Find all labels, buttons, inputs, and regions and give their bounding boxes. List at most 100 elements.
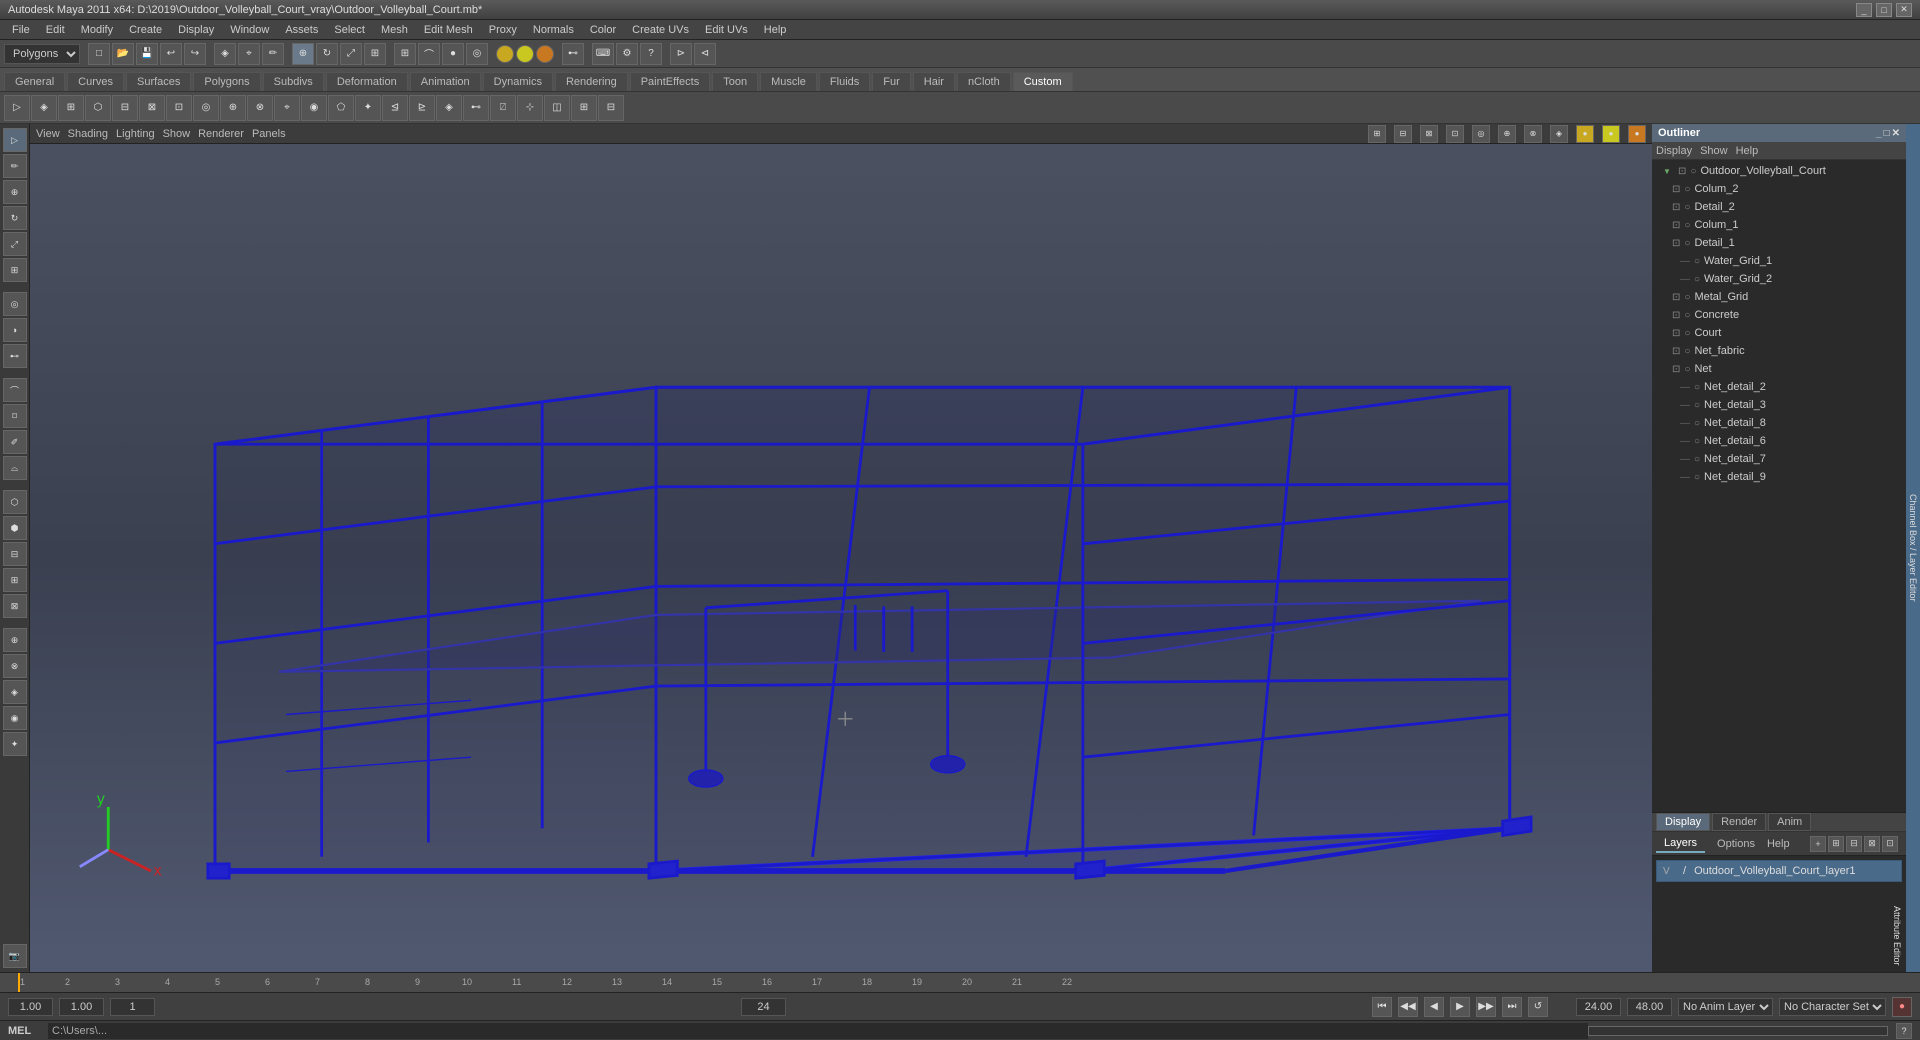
outliner-item-netfabric[interactable]: ⊡ ○ Net_fabric: [1652, 342, 1906, 360]
playback-frame-input[interactable]: 1: [110, 998, 155, 1016]
shelf-tab-painteffects[interactable]: PaintEffects: [630, 72, 711, 91]
outliner-item-watergrid1[interactable]: — ○ Water_Grid_1: [1652, 252, 1906, 270]
outliner-item-netdetail9[interactable]: — ○ Net_detail_9: [1652, 468, 1906, 486]
redo-button[interactable]: ↪: [184, 43, 206, 65]
le-menu-help[interactable]: Help: [1767, 838, 1790, 850]
hotkey-editor[interactable]: ⌨: [592, 43, 614, 65]
vp-icon-4[interactable]: ⊡: [1446, 125, 1464, 143]
shelf-tab-animation[interactable]: Animation: [410, 72, 481, 91]
shelf-tab-deformation[interactable]: Deformation: [326, 72, 408, 91]
vp-icon-7[interactable]: ⊗: [1524, 125, 1542, 143]
show-manip-button[interactable]: ⊷: [3, 344, 27, 368]
step-forward-button[interactable]: ▶▶: [1476, 997, 1496, 1017]
rotate-button[interactable]: ↻: [3, 206, 27, 230]
outliner-item-court[interactable]: ⊡ ○ Court: [1652, 324, 1906, 342]
outliner-item-netdetail7[interactable]: — ○ Net_detail_7: [1652, 450, 1906, 468]
shelf-icon-18[interactable]: ⊷: [463, 95, 489, 121]
shelf-icon-2[interactable]: ◈: [31, 95, 57, 121]
menu-edit-uvs[interactable]: Edit UVs: [697, 22, 756, 38]
outliner-maximize[interactable]: □: [1884, 128, 1890, 139]
bridge-button[interactable]: ⊠: [3, 594, 27, 618]
shelf-icon-21[interactable]: ◫: [544, 95, 570, 121]
shelf-icon-3[interactable]: ⊞: [58, 95, 84, 121]
menu-normals[interactable]: Normals: [525, 22, 582, 38]
cl-tab-anim[interactable]: Anim: [1768, 813, 1811, 831]
ipr-render[interactable]: [536, 45, 554, 63]
shelf-icon-20[interactable]: ⊹: [517, 95, 543, 121]
outliner-item-watergrid2[interactable]: — ○ Water_Grid_2: [1652, 270, 1906, 288]
arc-button[interactable]: ⌓: [3, 456, 27, 480]
move-tool[interactable]: ⊕: [292, 43, 314, 65]
menu-window[interactable]: Window: [222, 22, 277, 38]
shelf-icon-17[interactable]: ◈: [436, 95, 462, 121]
outliner-item-net[interactable]: ⊡ ○ Net: [1652, 360, 1906, 378]
maximize-button[interactable]: □: [1876, 3, 1892, 17]
help-button[interactable]: ?: [640, 43, 662, 65]
menu-edit-mesh[interactable]: Edit Mesh: [416, 22, 481, 38]
le-icon-2[interactable]: ⊞: [1828, 836, 1844, 852]
shelf-icon-22[interactable]: ⊞: [571, 95, 597, 121]
playback-range-end-input[interactable]: 24: [741, 998, 786, 1016]
split-poly-button[interactable]: ⊟: [3, 542, 27, 566]
render-settings[interactable]: [496, 45, 514, 63]
step-back-button[interactable]: ◀◀: [1398, 997, 1418, 1017]
play-back-button[interactable]: ◀: [1424, 997, 1444, 1017]
shelf-tab-fur[interactable]: Fur: [872, 72, 911, 91]
select-tool[interactable]: ◈: [214, 43, 236, 65]
vp-menu-renderer[interactable]: Renderer: [198, 128, 244, 140]
paint-weights-button[interactable]: ⊕: [3, 628, 27, 652]
shelf-icon-8[interactable]: ◎: [193, 95, 219, 121]
shelf-tab-fluids[interactable]: Fluids: [819, 72, 870, 91]
outliner-item-colum1[interactable]: ⊡ ○ Colum_1: [1652, 216, 1906, 234]
select-button[interactable]: ▷: [3, 128, 27, 152]
anim-layer-dropdown[interactable]: No Anim Layer: [1678, 998, 1773, 1016]
vp-menu-view[interactable]: View: [36, 128, 60, 140]
append-poly-button[interactable]: ⬢: [3, 516, 27, 540]
render-view[interactable]: [516, 45, 534, 63]
vp-menu-panels[interactable]: Panels: [252, 128, 286, 140]
shelf-tab-hair[interactable]: Hair: [913, 72, 955, 91]
soft-mod-button[interactable]: ◎: [3, 292, 27, 316]
move-button[interactable]: ⊕: [3, 180, 27, 204]
shelf-tab-muscle[interactable]: Muscle: [760, 72, 817, 91]
outliner-minimize[interactable]: _: [1876, 128, 1882, 139]
sculpt-button[interactable]: ◑: [3, 318, 27, 342]
char-set-dropdown[interactable]: No Character Set: [1779, 998, 1886, 1016]
shelf-icon-9[interactable]: ⊕: [220, 95, 246, 121]
menu-edit[interactable]: Edit: [38, 22, 73, 38]
snap-grid[interactable]: ⊞: [394, 43, 416, 65]
outliner-item-netdetail3[interactable]: — ○ Net_detail_3: [1652, 396, 1906, 414]
outliner-item-concrete[interactable]: ⊡ ○ Concrete: [1652, 306, 1906, 324]
vp-icon-light3[interactable]: ●: [1628, 125, 1646, 143]
menu-help[interactable]: Help: [756, 22, 795, 38]
vp-menu-show[interactable]: Show: [163, 128, 191, 140]
rs-label-channel[interactable]: Channel Box / Layer Editor: [1906, 490, 1920, 606]
menu-mesh[interactable]: Mesh: [373, 22, 416, 38]
shelf-tab-polygons[interactable]: Polygons: [193, 72, 260, 91]
rs-label-attribute[interactable]: Attribute Editor: [1890, 902, 1904, 970]
playback-start-input[interactable]: 1.00: [8, 998, 53, 1016]
shelf-icon-6[interactable]: ⊠: [139, 95, 165, 121]
shelf-icon-1[interactable]: ▷: [4, 95, 30, 121]
le-tab-options[interactable]: Options: [1709, 836, 1763, 852]
shelf-tab-general[interactable]: General: [4, 72, 65, 91]
outliner-menu-display[interactable]: Display: [1656, 145, 1692, 157]
status-help-button[interactable]: ?: [1896, 1023, 1912, 1039]
playback-current-input[interactable]: 1.00: [59, 998, 104, 1016]
universal-manip-button[interactable]: ⊞: [3, 258, 27, 282]
outliner-menu-help[interactable]: Help: [1736, 145, 1759, 157]
shelf-tab-subdivs[interactable]: Subdivs: [263, 72, 324, 91]
vp-icon-2[interactable]: ⊟: [1394, 125, 1412, 143]
layer-row-0[interactable]: V / Outdoor_Volleyball_Court_layer1: [1656, 860, 1902, 882]
vp-icon-1[interactable]: ⊞: [1368, 125, 1386, 143]
vp-icon-8[interactable]: ◈: [1550, 125, 1568, 143]
outliner-item-detail2[interactable]: ⊡ ○ Detail_2: [1652, 198, 1906, 216]
rotate-tool[interactable]: ↻: [316, 43, 338, 65]
outliner-menu-show[interactable]: Show: [1700, 145, 1728, 157]
artisan-button[interactable]: ◈: [3, 680, 27, 704]
create-poly-button[interactable]: ⬡: [3, 490, 27, 514]
shelf-icon-23[interactable]: ⊟: [598, 95, 624, 121]
snap-curve[interactable]: ⌒: [418, 43, 440, 65]
outliner-item-root[interactable]: ▼ ⊡ ○ Outdoor_Volleyball_Court: [1652, 162, 1906, 180]
cl-tab-render[interactable]: Render: [1712, 813, 1766, 831]
